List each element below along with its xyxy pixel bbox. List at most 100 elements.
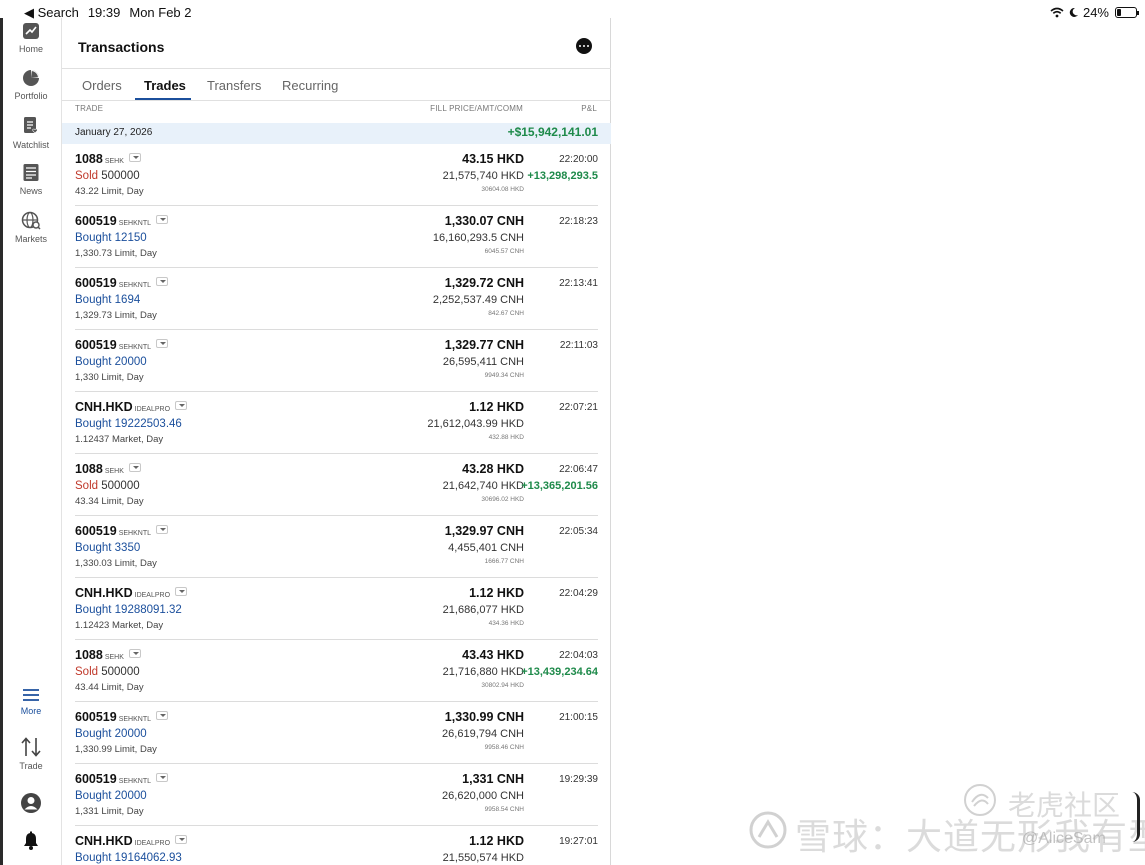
commission: 9958.46 CNH [484, 744, 524, 751]
snowball-logo-watermark [749, 811, 787, 849]
trade-side: Sold 500000 [75, 170, 140, 182]
chevron-down-icon[interactable] [156, 277, 169, 286]
trade-time: 22:11:03 [559, 340, 598, 351]
trade-symbol: 600519 SEHKNTL [75, 710, 169, 724]
chevron-down-icon[interactable] [156, 525, 169, 534]
trade-row[interactable]: CNH.HKD IDEALPRO Bought 19288091.32 1.12423… [62, 578, 611, 640]
trade-row[interactable]: CNH.HKD IDEALPRO Bought 19164062.93 1.12 HK… [62, 826, 611, 865]
chevron-down-icon[interactable] [128, 153, 141, 162]
fill-price: 43.43 HKD [462, 648, 524, 662]
commission: 30604.08 HKD [481, 186, 524, 193]
ellipsis-icon[interactable] [576, 38, 592, 54]
symbol-ticker: 1088 [75, 462, 103, 476]
trade-row[interactable]: CNH.HKD IDEALPRO Bought 19222503.46 1.12437… [62, 392, 611, 454]
commission: 30802.94 HKD [481, 682, 524, 689]
chevron-down-icon[interactable] [156, 215, 169, 224]
tab-orders[interactable]: Orders [82, 78, 122, 93]
account-icon [21, 793, 41, 813]
symbol-ticker: CNH.HKD [75, 834, 133, 848]
trade-symbol: 1088 SEHK [75, 648, 141, 662]
sidebar-item-trade[interactable]: Trade [0, 737, 62, 771]
commission: 6045.57 CNH [484, 248, 524, 255]
sidebar-item-label: Portfolio [14, 91, 48, 101]
sidebar-item-portfolio[interactable]: Portfolio [0, 69, 62, 101]
trade-arrows-icon [21, 737, 41, 757]
trade-time: 22:04:29 [559, 588, 598, 599]
sidebar-item-label: Markets [14, 234, 47, 244]
fill-amount: 16,160,293.5 CNH [432, 232, 524, 244]
sidebar-item-news[interactable]: News [0, 163, 62, 196]
chevron-down-icon[interactable] [156, 339, 169, 348]
trade-symbol: 600519 SEHKNTL [75, 214, 169, 228]
exchange-label: SEHKNTL [118, 530, 152, 537]
commission: 1666.77 CNH [484, 558, 524, 565]
chevron-down-icon[interactable] [128, 463, 141, 472]
chevron-down-icon[interactable] [128, 649, 141, 658]
trade-action: Bought [75, 418, 112, 430]
exchange-label: IDEALPRO [134, 840, 171, 847]
symbol-ticker: 1088 [75, 648, 103, 662]
order-details: 43.44 Limit, Day [75, 682, 144, 693]
fill-amount: 26,619,794 CNH [442, 728, 524, 740]
trade-side: Bought 1694 [75, 294, 140, 306]
trade-side: Sold 500000 [75, 480, 140, 492]
tab-trades[interactable]: Trades [144, 78, 186, 93]
trade-symbol: CNH.HKD IDEALPRO [75, 400, 188, 414]
fill-price: 1,329.77 CNH [444, 338, 524, 352]
watchlist-icon [24, 117, 38, 134]
tab-transfers[interactable]: Transfers [207, 78, 261, 93]
trade-row[interactable]: 600519 SEHKNTL Bought 20000 1,331 Limit, Da… [62, 764, 611, 826]
trade-row[interactable]: 600519 SEHKNTL Bought 1694 1,329.73 Limit, … [62, 268, 611, 330]
sidebar-item-label: Watchlist [12, 140, 50, 150]
chevron-down-icon[interactable] [156, 711, 169, 720]
trade-row[interactable]: 1088 SEHK Sold 500000 43.44 Limit, Day 43.43… [62, 640, 611, 702]
trade-row[interactable]: 600519 SEHKNTL Bought 12150 1,330.73 Limit,… [62, 206, 611, 268]
exchange-label: SEHK [104, 158, 124, 165]
trade-row[interactable]: 600519 SEHKNTL Bought 3350 1,330.03 Limit, … [62, 516, 611, 578]
sidebar-item-label: Home [18, 44, 43, 54]
trade-pnl: +13,439,234.64 [521, 666, 598, 678]
sidebar-item-markets[interactable]: Markets [0, 211, 62, 244]
sidebar-item-account[interactable] [0, 792, 62, 818]
trade-side: Bought 20000 [75, 356, 147, 368]
day-group-header: January 27, 2026 +$15,942,141.01 [62, 123, 611, 144]
trade-action: Bought [75, 542, 112, 554]
trade-action: Sold [75, 170, 99, 182]
order-details: 1,331 Limit, Day [75, 806, 144, 817]
trade-row[interactable]: 600519 SEHKNTL Bought 20000 1,330 Limit, Da… [62, 330, 611, 392]
sidebar-item-notifications[interactable] [0, 831, 62, 855]
exchange-label: SEHKNTL [118, 220, 152, 227]
symbol-ticker: 600519 [75, 710, 117, 724]
sidebar-item-home[interactable]: Home [0, 22, 62, 54]
trade-row[interactable]: 600519 SEHKNTL Bought 20000 1,330.99 Limit,… [62, 702, 611, 764]
order-details: 1,330.03 Limit, Day [75, 558, 157, 569]
trade-action: Bought [75, 356, 112, 368]
sidebar-item-watchlist[interactable]: Watchlist [0, 116, 62, 150]
chevron-down-icon[interactable] [156, 773, 169, 782]
trade-quantity: 1694 [114, 294, 141, 306]
sidebar-item-more[interactable]: More [0, 688, 62, 716]
trade-action: Bought [75, 604, 112, 616]
order-details: 1,330.99 Limit, Day [75, 744, 157, 755]
exchange-label: SEHKNTL [118, 778, 152, 785]
fill-price: 1.12 HKD [469, 834, 524, 848]
fill-price: 43.28 HKD [462, 462, 524, 476]
chevron-down-icon[interactable] [175, 401, 188, 410]
chevron-down-icon[interactable] [175, 835, 188, 844]
chevron-down-icon[interactable] [175, 587, 188, 596]
trade-row[interactable]: 1088 SEHK Sold 500000 43.22 Limit, Day 43.15… [62, 144, 611, 206]
trade-quantity: 12150 [114, 232, 147, 244]
device-edge-right [1130, 792, 1140, 842]
trade-symbol: 1088 SEHK [75, 462, 141, 476]
tab-recurring[interactable]: Recurring [282, 78, 338, 93]
day-group-pnl: +$15,942,141.01 [507, 125, 598, 139]
exchange-label: SEHKNTL [118, 282, 152, 289]
trade-row[interactable]: 1088 SEHK Sold 500000 43.34 Limit, Day 43.28… [62, 454, 611, 516]
trade-time: 19:27:01 [559, 836, 598, 847]
trade-time: 22:07:21 [559, 402, 598, 413]
sidebar-item-label: Trade [19, 761, 43, 771]
trade-side: Sold 500000 [75, 666, 140, 678]
order-details: 1.12437 Market, Day [75, 434, 164, 445]
battery-percent: 24% [1082, 5, 1109, 20]
trades-list: 1088 SEHK Sold 500000 43.22 Limit, Day 43.15… [62, 144, 611, 865]
